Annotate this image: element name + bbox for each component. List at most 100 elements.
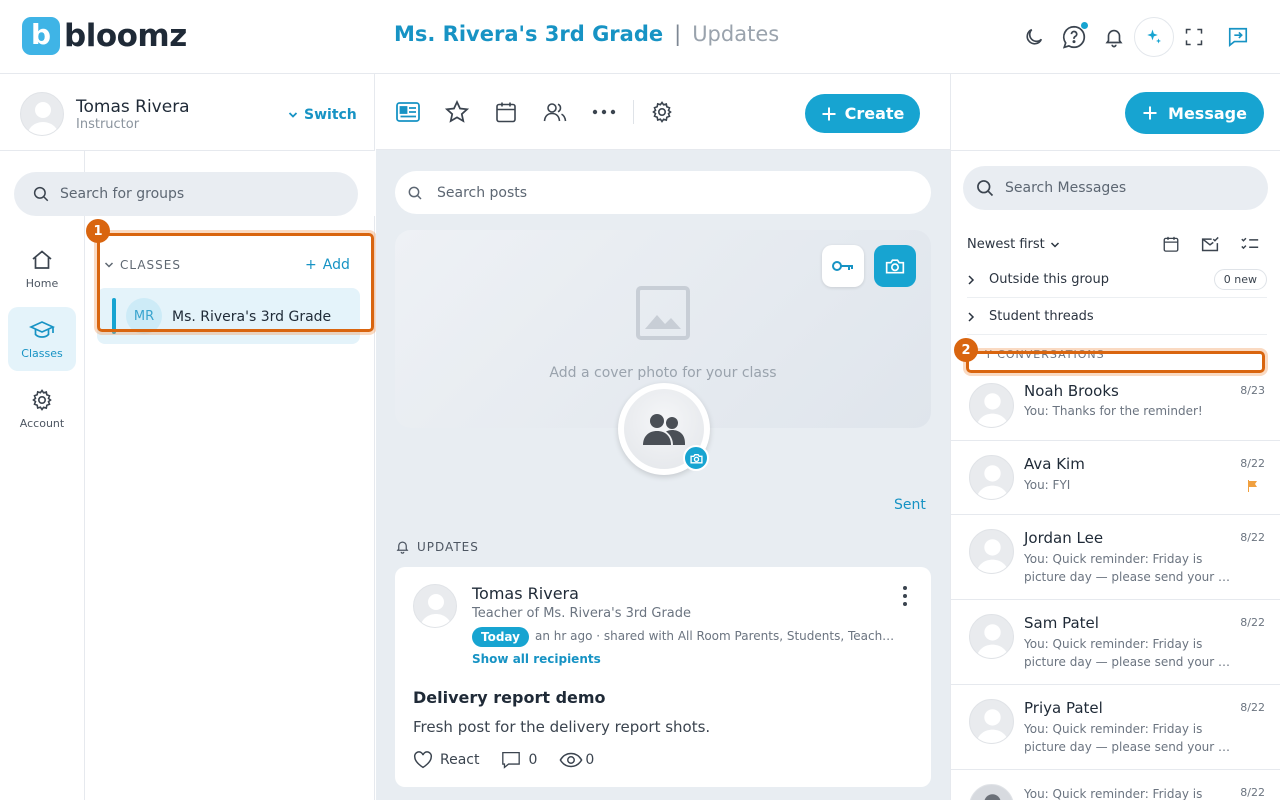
- conversation-preview: You: Quick reminder: Friday is: [1024, 787, 1203, 800]
- conversation-date: 8/22: [1240, 701, 1265, 714]
- avatar: [969, 699, 1014, 744]
- chat-icon[interactable]: [1218, 17, 1258, 57]
- new-count-badge: 0 new: [1213, 269, 1267, 290]
- conversation-preview: You: Quick reminder: Friday is picture d…: [1024, 722, 1231, 754]
- conversation-date: 8/22: [1240, 616, 1265, 629]
- header-actions: [1014, 17, 1258, 57]
- calendar-icon[interactable]: [1162, 235, 1180, 253]
- student-threads-row[interactable]: Student threads: [967, 299, 1267, 335]
- conversation-item[interactable]: Noah Brooks 8/23 You: Thanks for the rem…: [951, 374, 1280, 441]
- nav-classes[interactable]: Classes: [8, 307, 76, 371]
- graduation-cap-icon: [29, 321, 55, 338]
- show-recipients-link[interactable]: Show all recipients: [472, 652, 601, 666]
- left-nav: Home Classes Account: [0, 151, 85, 800]
- create-button[interactable]: Create: [805, 94, 920, 133]
- comments-button[interactable]: 0: [501, 751, 537, 769]
- conversation-item[interactable]: Priya Patel 8/22 You: Quick reminder: Fr…: [951, 685, 1280, 770]
- cover-photo-hint: Add a cover photo for your class: [549, 365, 777, 381]
- post-author-subtitle: Teacher of Ms. Rivera's 3rd Grade: [472, 606, 692, 621]
- avatar: [969, 383, 1014, 428]
- bell-icon: [396, 541, 409, 554]
- more-icon[interactable]: [590, 98, 618, 126]
- conversation-date: 8/22: [1240, 786, 1265, 799]
- flag-icon[interactable]: [1247, 477, 1258, 496]
- group-people-icon: [643, 414, 685, 445]
- avatar[interactable]: [20, 92, 64, 136]
- post-actions: React 0 0: [413, 751, 616, 769]
- top-bar: b bloomz Ms. Rivera's 3rd Grade | Update…: [0, 0, 1280, 74]
- camera-icon[interactable]: [683, 445, 709, 471]
- post-body: Fresh post for the delivery report shots…: [413, 718, 711, 736]
- checklist-icon[interactable]: [1240, 235, 1260, 253]
- search-icon: [975, 178, 995, 198]
- profile-role: Instructor: [76, 117, 140, 132]
- message-search-input[interactable]: Search Messages: [963, 166, 1268, 210]
- conversation-item[interactable]: Sam Patel 8/22 You: Quick reminder: Frid…: [951, 600, 1280, 685]
- divider: [951, 150, 1280, 151]
- help-icon[interactable]: [1054, 17, 1094, 57]
- search-icon: [407, 185, 423, 201]
- avatar: [969, 784, 1014, 800]
- conversation-name: Priya Patel: [1024, 699, 1103, 717]
- fullscreen-icon[interactable]: [1174, 17, 1214, 57]
- conversation-preview: You: Quick reminder: Friday is picture d…: [1024, 637, 1231, 669]
- conversation-name: Jordan Lee: [1024, 529, 1104, 547]
- avatar: [969, 455, 1014, 500]
- sparkle-icon[interactable]: [1134, 17, 1174, 57]
- switch-button[interactable]: Switch: [288, 107, 357, 123]
- conversation-date: 8/23: [1240, 384, 1265, 397]
- search-icon: [32, 185, 50, 203]
- star-icon[interactable]: [443, 98, 471, 126]
- bloomz-logo[interactable]: b bloomz: [22, 17, 187, 55]
- bell-icon[interactable]: [1094, 17, 1134, 57]
- avatar: [969, 614, 1014, 659]
- conversation-date: 8/22: [1240, 457, 1265, 470]
- avatar: [969, 529, 1014, 574]
- post-menu-icon[interactable]: [897, 584, 913, 608]
- group-toolbar: Create: [376, 74, 950, 150]
- outside-group-row[interactable]: Outside this group 0 new: [967, 262, 1267, 298]
- conversation-item[interactable]: Ava Kim 8/22 You: FYI: [951, 441, 1280, 515]
- post-card: Tomas Rivera Teacher of Ms. Rivera's 3rd…: [395, 567, 931, 787]
- conversation-preview: You: Thanks for the reminder!: [1024, 404, 1203, 418]
- heart-icon: [414, 751, 432, 769]
- post-search-input[interactable]: Search posts: [395, 171, 931, 214]
- chevron-right-icon: [967, 274, 975, 285]
- conversation-item[interactable]: Jordan Lee 8/22 You: Quick reminder: Fri…: [951, 515, 1280, 600]
- react-button[interactable]: React: [413, 751, 479, 769]
- people-icon[interactable]: [541, 98, 569, 126]
- annotation-marker-1: 1: [86, 219, 110, 243]
- home-icon: [32, 250, 52, 269]
- settings-icon[interactable]: [648, 98, 676, 126]
- annotation-box-2: [966, 351, 1265, 373]
- conversation-item[interactable]: 8/22 You: Quick reminder: Friday is: [951, 770, 1280, 800]
- sort-dropdown[interactable]: Newest first: [967, 237, 1060, 252]
- new-message-button[interactable]: Message: [1125, 92, 1264, 134]
- nav-account[interactable]: Account: [8, 377, 76, 441]
- profile-header: Tomas Rivera Instructor Switch: [0, 74, 375, 151]
- conversation-date: 8/22: [1240, 531, 1265, 544]
- newsfeed-icon[interactable]: [394, 98, 422, 126]
- post-author[interactable]: Tomas Rivera: [472, 584, 579, 603]
- mail-check-icon[interactable]: [1200, 235, 1220, 253]
- access-key-button[interactable]: [822, 245, 864, 287]
- nav-home[interactable]: Home: [8, 237, 76, 301]
- today-badge: Today: [472, 627, 529, 647]
- sent-link[interactable]: Sent: [894, 497, 926, 513]
- avatar[interactable]: [413, 584, 457, 628]
- conversation-name: Sam Patel: [1024, 614, 1099, 632]
- group-search-input[interactable]: Search for groups: [14, 172, 358, 216]
- chevron-down-icon: [288, 112, 298, 118]
- page-title: Ms. Rivera's 3rd Grade | Updates: [394, 22, 779, 46]
- calendar-icon[interactable]: [492, 98, 520, 126]
- cover-camera-button[interactable]: [874, 245, 916, 287]
- moon-icon[interactable]: [1014, 17, 1054, 57]
- updates-heading: UPDATES: [395, 539, 479, 554]
- logo-text: bloomz: [64, 18, 187, 54]
- notification-dot: [1080, 21, 1089, 30]
- post-meta: an hr ago · shared with All Room Parents…: [535, 629, 895, 643]
- conversation-preview: You: Quick reminder: Friday is picture d…: [1024, 552, 1231, 584]
- profile-name: Tomas Rivera: [76, 97, 190, 117]
- title-separator: |: [674, 22, 682, 46]
- image-placeholder-icon: [635, 285, 691, 345]
